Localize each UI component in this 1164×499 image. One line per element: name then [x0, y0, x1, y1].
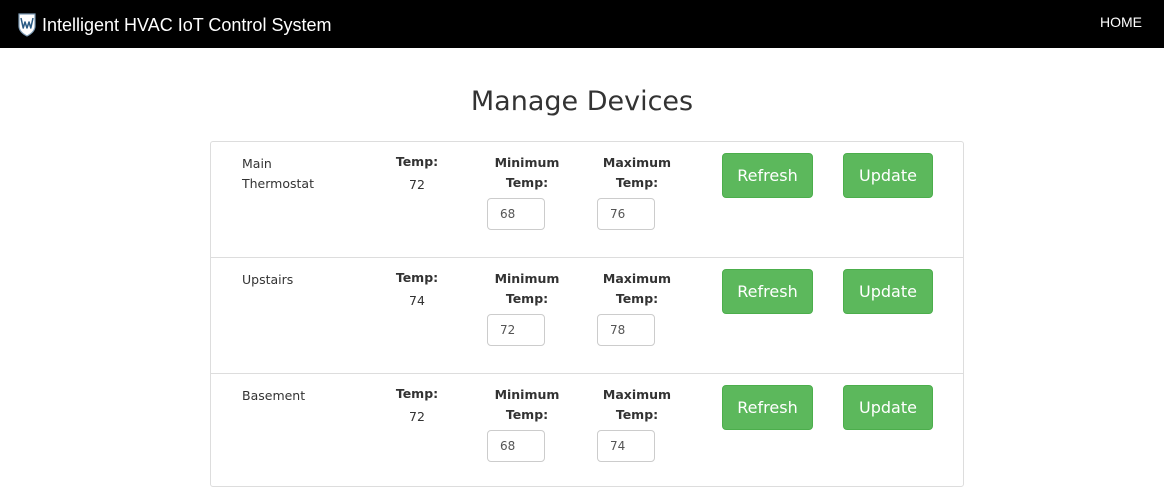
- max-temp-label-line2: Temp:: [615, 407, 659, 422]
- min-temp-input[interactable]: [487, 314, 545, 346]
- min-temp-label-line1: Minimum: [494, 387, 560, 402]
- min-temp-input[interactable]: [487, 430, 545, 462]
- refresh-button[interactable]: Refresh: [722, 269, 813, 314]
- min-temp-label: Minimum Temp:: [487, 153, 567, 193]
- page-title: Manage Devices: [470, 86, 694, 117]
- min-temp-label-line2: Temp:: [505, 291, 549, 306]
- min-temp-label-line1: Minimum: [494, 271, 560, 286]
- max-temp-label: Maximum Temp:: [597, 385, 677, 425]
- device-name: Main Thermostat: [242, 156, 314, 191]
- app-title: Intelligent HVAC IoT Control System: [42, 14, 332, 35]
- refresh-button[interactable]: Refresh: [722, 385, 813, 430]
- current-temp-value: 74: [409, 293, 425, 308]
- update-button[interactable]: Update: [843, 385, 933, 430]
- max-temp-input[interactable]: [597, 314, 655, 346]
- min-temp-label: Minimum Temp:: [487, 269, 567, 309]
- temp-label: Temp:: [395, 386, 439, 401]
- top-navbar: Intelligent HVAC IoT Control System HOME: [0, 0, 1164, 48]
- refresh-button[interactable]: Refresh: [722, 153, 813, 198]
- device-name: Upstairs: [242, 272, 294, 287]
- max-temp-label-line2: Temp:: [615, 175, 659, 190]
- max-temp-label-line1: Maximum: [602, 387, 672, 402]
- max-temp-input[interactable]: [597, 430, 655, 462]
- max-temp-label: Maximum Temp:: [597, 153, 677, 193]
- update-button[interactable]: Update: [843, 153, 933, 198]
- current-temp-value: 72: [409, 177, 425, 192]
- device-row-upstairs: Upstairs Temp: 74 Minimum Temp: Maximum …: [211, 258, 963, 374]
- max-temp-label: Maximum Temp:: [597, 269, 677, 309]
- nav-home-link[interactable]: HOME: [1100, 14, 1142, 30]
- brand-link[interactable]: Intelligent HVAC IoT Control System: [18, 12, 331, 38]
- max-temp-label-line2: Temp:: [615, 291, 659, 306]
- device-row-main-thermostat: Main Thermostat Temp: 72 Minimum Temp: M…: [211, 142, 963, 258]
- min-temp-input[interactable]: [487, 198, 545, 230]
- device-name: Basement: [242, 388, 306, 403]
- update-button[interactable]: Update: [843, 269, 933, 314]
- min-temp-label-line2: Temp:: [505, 407, 549, 422]
- device-row-basement: Basement Temp: 72 Minimum Temp: Maximum …: [211, 374, 963, 489]
- max-temp-label-line1: Maximum: [602, 271, 672, 286]
- shield-logo-icon: [18, 13, 36, 37]
- temp-label: Temp:: [395, 154, 439, 169]
- temp-label: Temp:: [395, 270, 439, 285]
- devices-panel: Main Thermostat Temp: 72 Minimum Temp: M…: [210, 141, 964, 487]
- max-temp-label-line1: Maximum: [602, 155, 672, 170]
- min-temp-label: Minimum Temp:: [487, 385, 567, 425]
- current-temp-value: 72: [409, 409, 425, 424]
- max-temp-input[interactable]: [597, 198, 655, 230]
- min-temp-label-line2: Temp:: [505, 175, 549, 190]
- min-temp-label-line1: Minimum: [494, 155, 560, 170]
